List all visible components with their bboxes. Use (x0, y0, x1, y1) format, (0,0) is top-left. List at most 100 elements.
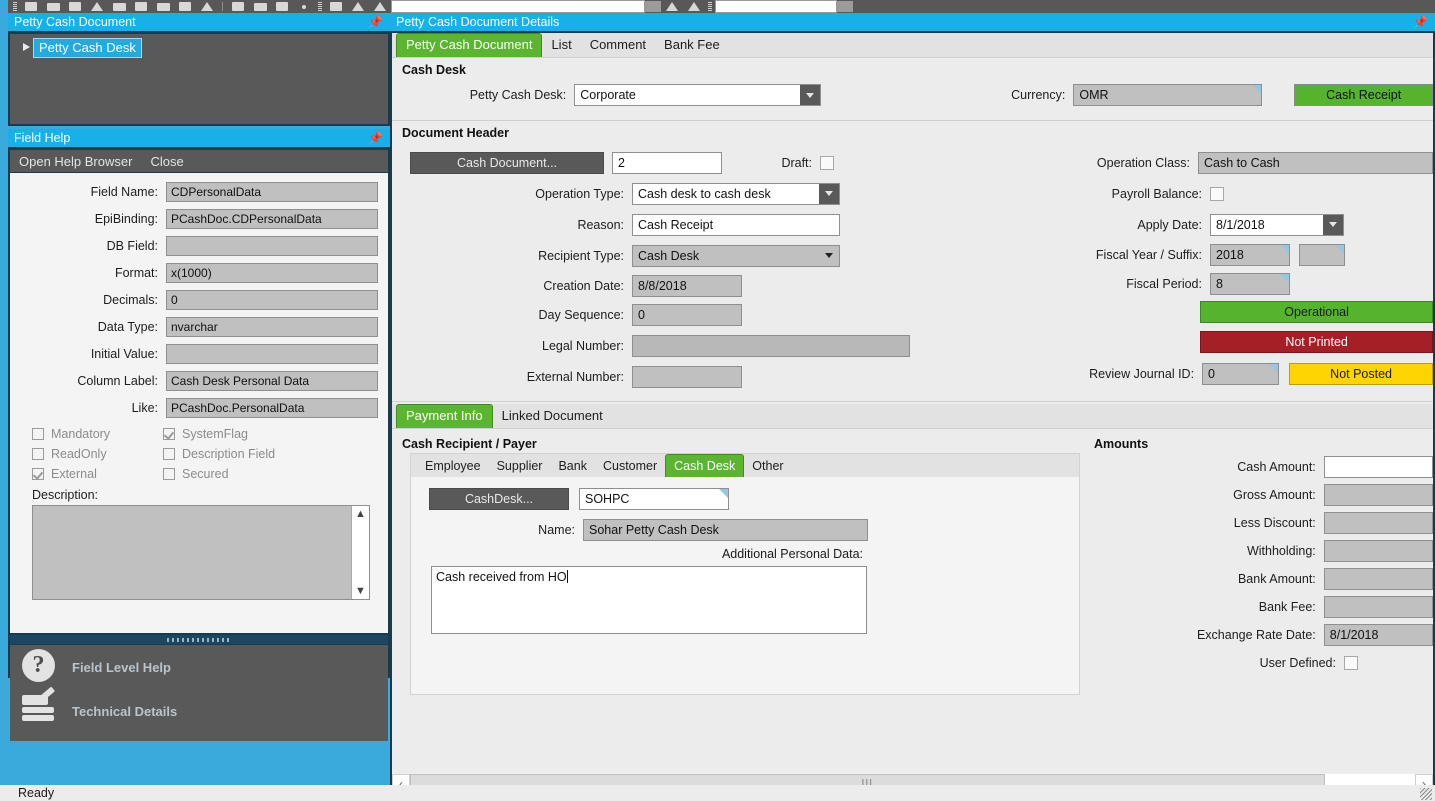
day-sequence-label: Day Sequence: (538, 308, 624, 322)
tab-list[interactable]: List (542, 34, 580, 57)
mandatory-checkbox[interactable] (32, 428, 44, 440)
checkbox-row: External Secured (32, 464, 388, 484)
paste-icon[interactable] (271, 0, 293, 13)
close-help-button[interactable]: Close (141, 154, 192, 169)
description-field-checkbox[interactable] (163, 448, 175, 460)
tree-node-petty-cash-desk[interactable]: Petty Cash Desk (10, 37, 388, 58)
cashdesk-lookup-button[interactable]: CashDesk... (429, 488, 569, 510)
toolbar-number-field[interactable] (391, 0, 645, 13)
tab-petty-cash-document[interactable]: Petty Cash Document (396, 33, 543, 57)
tab-bank-fee[interactable]: Bank Fee (655, 34, 729, 57)
field-name-value: CDPersonalData (166, 181, 378, 202)
less-discount-label: Less Discount: (1233, 516, 1316, 530)
tab-comment[interactable]: Comment (581, 34, 655, 57)
apply-date-label: Apply Date: (1137, 217, 1202, 232)
petty-cash-document-tree[interactable]: Petty Cash Desk (10, 34, 388, 124)
filter-icon[interactable] (196, 0, 218, 13)
copy-icon[interactable] (249, 0, 271, 13)
expand-arrow-icon[interactable] (20, 41, 33, 54)
print-icon[interactable] (174, 0, 196, 13)
toolbar-grip-2[interactable] (318, 2, 322, 11)
secured-checkbox[interactable] (163, 468, 175, 480)
description-scrollbar[interactable]: ▲ ▼ (351, 506, 369, 599)
payment-info-body: Cash Recipient / Payer Employee Supplier… (392, 429, 1433, 729)
tab-supplier[interactable]: Supplier (489, 455, 551, 477)
chevron-down-icon[interactable] (819, 246, 839, 266)
toolbar-grip-3[interactable] (708, 2, 712, 11)
cash-receipt-button[interactable]: Cash Receipt (1294, 84, 1434, 106)
pin-icon[interactable]: 📌 (1413, 14, 1428, 31)
toolbar-currency-dropdown[interactable] (837, 1, 853, 12)
field-level-help-label: Field Level Help (72, 659, 171, 675)
pin-icon[interactable]: 📌 (368, 14, 383, 31)
payroll-balance-checkbox[interactable] (1210, 186, 1224, 201)
payroll-balance-label: Payroll Balance: (1111, 186, 1202, 201)
less-discount-value (1323, 512, 1433, 534)
systemflag-checkbox[interactable] (163, 428, 175, 440)
field-help-checkbox-group: Mandatory SystemFlag ReadOnly Descriptio… (10, 424, 388, 484)
nav-first-icon[interactable] (347, 0, 369, 13)
draft-checkbox[interactable] (820, 155, 834, 170)
tab-payment-info[interactable]: Payment Info (396, 404, 493, 428)
operation-type-label: Operation Type: (535, 186, 624, 201)
chevron-down-icon[interactable] (819, 183, 839, 204)
bank-fee-value (1323, 596, 1433, 618)
field-label: DB Field: (106, 238, 158, 253)
petty-cash-document-panel: Petty Cash Document 📌 Petty Cash Desk (8, 13, 390, 126)
open-help-browser-button[interactable]: Open Help Browser (10, 154, 141, 169)
comment-icon[interactable] (130, 0, 152, 13)
calendar-dropdown-icon[interactable] (1323, 214, 1343, 235)
toolbar-grip[interactable] (13, 2, 17, 11)
document-header-section: Document Header Cash Document... 2 Draft… (392, 121, 1433, 401)
nav-next-icon[interactable] (661, 0, 683, 13)
more-options-icon[interactable] (293, 0, 315, 13)
open-folder-icon[interactable] (42, 0, 64, 13)
save-icon[interactable] (64, 0, 86, 13)
tab-other[interactable]: Other (744, 455, 791, 477)
draft-label: Draft: (781, 155, 812, 170)
petty-cash-desk-select[interactable]: Corporate (574, 84, 822, 106)
nav-last-icon[interactable] (683, 0, 705, 13)
creation-date-label: Creation Date: (543, 278, 624, 293)
pin-icon[interactable]: 📌 (368, 130, 383, 147)
reason-input[interactable]: Cash Receipt (632, 213, 840, 236)
bookmark-icon[interactable] (86, 0, 108, 13)
checkbox-row: Mandatory SystemFlag (32, 424, 388, 444)
field-label: Like: (131, 400, 158, 415)
technical-details-item[interactable]: Technical Details (10, 686, 388, 733)
tab-employee[interactable]: Employee (417, 455, 489, 477)
cash-document-number-input[interactable]: 2 (612, 151, 722, 174)
tab-customer[interactable]: Customer (595, 455, 665, 477)
toolbar-number-spinner[interactable] (645, 1, 661, 12)
page-icon[interactable] (108, 0, 130, 13)
operation-type-select[interactable]: Cash desk to cash desk (632, 182, 840, 205)
user-defined-checkbox[interactable] (1344, 656, 1358, 670)
additional-personal-data-text: Cash received from HO (436, 570, 567, 584)
nav-prev-icon[interactable] (369, 0, 391, 13)
grid-icon[interactable] (325, 0, 347, 13)
resize-grip-icon[interactable] (1420, 788, 1432, 800)
external-checkbox[interactable] (32, 468, 44, 480)
chevron-down-icon[interactable]: ▼ (352, 583, 369, 599)
readonly-checkbox[interactable] (32, 448, 44, 460)
cut-icon[interactable] (227, 0, 249, 13)
additional-personal-data-textarea[interactable]: Cash received from HO (431, 566, 867, 634)
chevron-down-icon[interactable] (800, 85, 821, 105)
tab-linked-document[interactable]: Linked Document (493, 405, 612, 428)
toolbar-currency-field[interactable] (715, 0, 837, 13)
apply-date-input[interactable]: 8/1/2018 (1210, 213, 1344, 236)
recipient-type-select[interactable]: Cash Desk (632, 244, 840, 267)
cashdesk-code-input[interactable]: SOHPC (579, 488, 729, 510)
fiscal-period-value: 8 (1210, 272, 1290, 295)
new-document-icon[interactable] (20, 0, 42, 13)
cash-document-button[interactable]: Cash Document... (410, 151, 604, 174)
tab-cash-desk[interactable]: Cash Desk (665, 454, 745, 477)
field-help-body: Field Name: CDPersonalData EpiBinding: P… (10, 173, 388, 633)
edit-note-icon[interactable] (152, 0, 174, 13)
chevron-up-icon[interactable]: ▲ (352, 506, 369, 522)
tab-bank[interactable]: Bank (550, 455, 595, 477)
description-textarea[interactable]: ▲ ▼ (32, 505, 370, 600)
field-level-help-item[interactable]: ? Field Level Help (10, 645, 388, 689)
panel-splitter[interactable] (10, 635, 388, 644)
cash-amount-input[interactable] (1323, 456, 1433, 478)
